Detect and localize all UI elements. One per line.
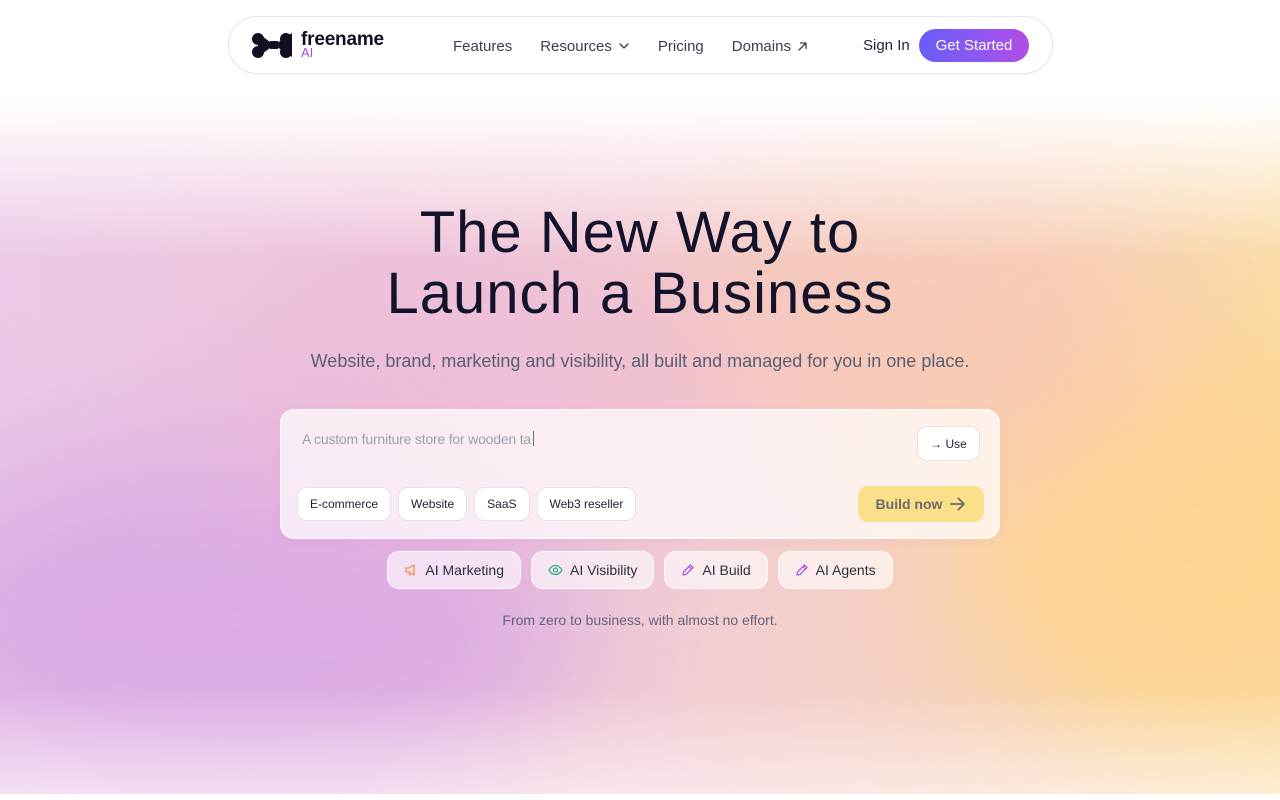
nav-link-domains[interactable]: Domains	[732, 38, 808, 55]
logo-mark-icon	[252, 33, 292, 58]
business-idea-input[interactable]: A custom furniture store for wooden ta	[302, 431, 534, 447]
category-chips: E-commerce Website SaaS Web3 reseller	[297, 487, 643, 521]
prompt-box: A custom furniture store for wooden ta →…	[280, 409, 1000, 539]
pill-ai-build[interactable]: AI Build	[664, 551, 768, 589]
prompt-text: A custom furniture store for wooden ta	[302, 431, 531, 447]
eye-icon	[548, 563, 563, 577]
sign-in-link[interactable]: Sign In	[863, 37, 910, 54]
hero-background	[0, 0, 1280, 800]
chip-ecommerce[interactable]: E-commerce	[297, 487, 392, 521]
nav-link-features[interactable]: Features	[453, 38, 512, 55]
nav-link-pricing[interactable]: Pricing	[658, 38, 704, 55]
logo[interactable]: freename AI	[252, 29, 392, 62]
pill-label: AI Agents	[815, 562, 876, 578]
nav-link-label: Features	[453, 37, 513, 55]
hero-title-line-1: The New Way to	[419, 200, 861, 265]
hero-title: The New Way to Launch a Business	[0, 202, 1280, 324]
hero-subtitle: Website, brand, marketing and visibility…	[310, 351, 970, 371]
megaphone-icon	[404, 563, 418, 577]
pill-ai-visibility[interactable]: AI Visibility	[530, 551, 655, 589]
top-navbar: freename AI Features Resources Pricing D…	[228, 16, 1053, 74]
hero-title-line-2: Launch a Business	[386, 261, 894, 326]
chip-web3-reseller[interactable]: Web3 reseller	[536, 487, 637, 521]
feature-pills: AI Marketing AI Visibility AI Build AI A…	[0, 551, 1280, 589]
nav-link-resources[interactable]: Resources	[540, 38, 630, 55]
build-now-label: Build now	[875, 496, 943, 512]
nav-links: Features Resources Pricing Domains	[453, 17, 836, 75]
pill-ai-marketing[interactable]: AI Marketing	[387, 551, 521, 589]
nav-link-label: Pricing	[657, 37, 704, 55]
chip-website[interactable]: Website	[398, 487, 468, 521]
nav-link-label: Domains	[731, 37, 791, 55]
pencil-icon	[681, 563, 695, 577]
chip-saas[interactable]: SaaS	[474, 487, 530, 521]
build-now-button[interactable]: Build now	[858, 486, 984, 522]
pencil-icon	[795, 563, 809, 577]
arrow-right-icon	[950, 497, 966, 511]
pill-label: AI Marketing	[425, 562, 504, 578]
pill-label: AI Build	[702, 562, 751, 578]
pill-label: AI Visibility	[569, 562, 638, 578]
text-caret	[532, 431, 534, 446]
pill-ai-agents[interactable]: AI Agents	[777, 551, 893, 589]
arrow-up-right-icon	[797, 41, 808, 52]
nav-link-label: Resources	[540, 37, 612, 55]
brand-suffix: AI	[301, 45, 314, 60]
get-started-button[interactable]: Get Started	[919, 29, 1029, 62]
tagline: From zero to business, with almost no ef…	[502, 612, 778, 628]
chevron-down-icon	[618, 40, 630, 52]
brand-name: freename	[301, 29, 384, 50]
use-suggestion-button[interactable]: → Use	[917, 426, 980, 461]
